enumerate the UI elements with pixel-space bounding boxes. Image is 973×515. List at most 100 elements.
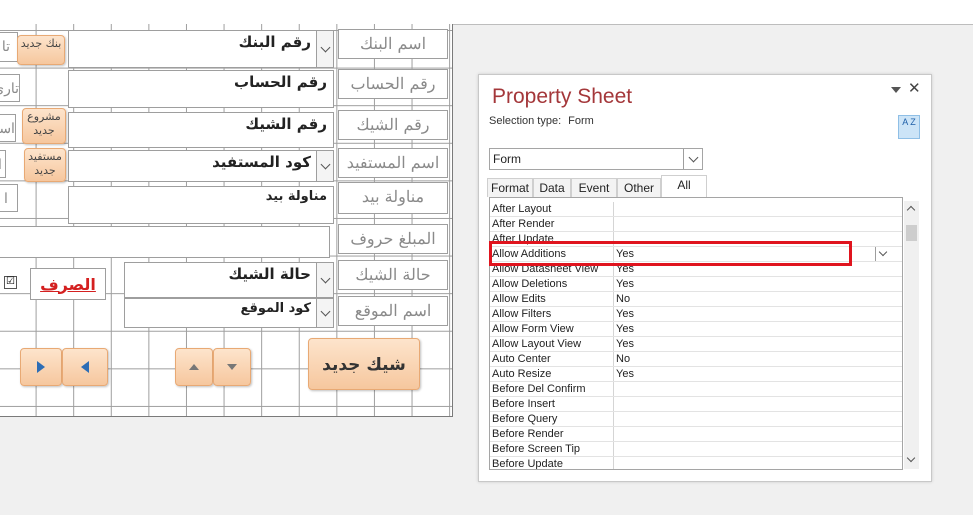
property-name: Allow Form View	[492, 323, 574, 335]
bank-no-dropdown[interactable]	[316, 31, 333, 67]
triangle-down-icon	[227, 364, 237, 370]
property-sheet-title: Property Sheet	[492, 85, 633, 108]
object-selector-value: Form	[493, 152, 521, 166]
property-row[interactable]: Before Del Confirm	[490, 382, 902, 397]
column-divider	[613, 217, 614, 231]
property-value[interactable]: Yes	[616, 338, 634, 350]
location-code-dropdown[interactable]	[316, 299, 333, 327]
tab-data[interactable]: Data	[533, 178, 571, 197]
disbursement-link[interactable]: الصرف	[40, 275, 96, 294]
property-value[interactable]: No	[616, 293, 630, 305]
amount-words-field[interactable]	[0, 226, 330, 258]
property-name: Before Insert	[492, 398, 555, 410]
property-row[interactable]: Before Render	[490, 427, 902, 442]
bank-name-label: اسم البنك	[338, 29, 448, 59]
property-name: Allow Layout View	[492, 338, 582, 350]
tab-all[interactable]: All	[661, 175, 707, 197]
property-row[interactable]: Allow Edits No	[490, 292, 902, 307]
disbursement-label-box: الصرف	[30, 268, 106, 300]
chevron-down-icon	[320, 42, 330, 52]
property-name: Allow Deletions	[492, 278, 568, 290]
scroll-down-icon[interactable]	[906, 453, 916, 463]
property-name: Auto Center	[492, 353, 551, 365]
property-name: Before Render	[492, 428, 564, 440]
column-divider	[613, 412, 614, 426]
close-icon[interactable]: ✕	[908, 79, 921, 97]
property-row[interactable]: Allow Filters Yes	[490, 307, 902, 322]
bank-no-combo[interactable]: رقم البنك	[68, 30, 334, 68]
property-grid[interactable]: After Layout After Render After Update Allo…	[489, 197, 903, 470]
tab-format[interactable]: Format	[487, 178, 533, 197]
location-name-label: اسم الموقع	[338, 296, 448, 326]
property-row[interactable]: Before Query	[490, 412, 902, 427]
property-row[interactable]: Before Update	[490, 457, 902, 469]
object-selector[interactable]: Form	[489, 148, 703, 170]
location-code-combo[interactable]: كود الموقع	[124, 298, 334, 328]
beneficiary-code-combo[interactable]: كود المستفيد	[68, 150, 334, 182]
scrollbar-thumb[interactable]	[906, 225, 917, 241]
amount-words-label: المبلغ حروف	[338, 224, 448, 254]
account-no-field[interactable]: رقم الحساب	[68, 70, 334, 108]
property-value[interactable]: Yes	[616, 278, 634, 290]
hand-delivery-field[interactable]: مناولة بيد	[68, 186, 334, 224]
scroll-up-icon[interactable]	[906, 205, 916, 215]
check-no-field[interactable]: رقم الشيك	[68, 112, 334, 148]
property-row[interactable]: Auto Resize Yes	[490, 367, 902, 382]
column-divider	[613, 352, 614, 366]
allow-additions-highlight	[489, 241, 852, 266]
property-row[interactable]: Before Screen Tip	[490, 442, 902, 457]
column-divider	[613, 277, 614, 291]
property-row[interactable]: Allow Form View Yes	[490, 322, 902, 337]
property-row[interactable]: Allow Layout View Yes	[490, 337, 902, 352]
account-no-label: رقم الحساب	[338, 69, 448, 99]
property-value[interactable]: No	[616, 353, 630, 365]
property-value[interactable]: Yes	[616, 308, 634, 320]
property-row[interactable]: After Layout	[490, 202, 902, 217]
partial-label-4: ا	[0, 150, 6, 178]
property-value-dropdown[interactable]	[875, 247, 890, 261]
tab-event[interactable]: Event	[571, 178, 617, 197]
property-name: Allow Edits	[492, 293, 546, 305]
location-code-value: كود الموقع	[240, 301, 311, 316]
new-bank-button[interactable]: بنك جديد	[17, 35, 65, 65]
property-row[interactable]: Before Insert	[490, 397, 902, 412]
column-divider	[613, 457, 614, 469]
chevron-down-icon	[320, 273, 330, 283]
sort-az-button[interactable]: A Z	[898, 115, 920, 139]
status-checkbox[interactable]: ☑	[4, 276, 17, 289]
new-beneficiary-button[interactable]: مستفيد جديد	[24, 148, 66, 182]
check-status-value: حالة الشيك	[228, 265, 311, 283]
column-divider	[613, 382, 614, 396]
beneficiary-code-dropdown[interactable]	[316, 151, 333, 181]
property-grid-scrollbar[interactable]	[904, 201, 919, 469]
selection-type-value: Form	[568, 115, 594, 127]
play-left-icon	[81, 361, 89, 373]
check-status-dropdown[interactable]	[316, 263, 333, 297]
column-divider	[613, 292, 614, 306]
property-row[interactable]: Auto Center No	[490, 352, 902, 367]
property-name: Auto Resize	[492, 368, 552, 380]
property-row[interactable]: Allow Deletions Yes	[490, 277, 902, 292]
form-design-canvas[interactable]: تا تاري اسا ا ا اسم البنك رقم البنك بنك …	[0, 24, 453, 417]
move-down-button[interactable]	[213, 348, 251, 386]
beneficiary-name-label: اسم المستفيد	[338, 148, 448, 178]
beneficiary-code-value: كود المستفيد	[212, 153, 311, 171]
tab-other[interactable]: Other	[617, 178, 661, 197]
previous-record-button[interactable]	[62, 348, 108, 386]
new-project-button[interactable]: مشروع جديد	[22, 108, 66, 144]
property-row[interactable]: After Render	[490, 217, 902, 232]
move-up-button[interactable]	[175, 348, 213, 386]
check-status-combo[interactable]: حالة الشيك	[124, 262, 334, 298]
column-divider	[613, 202, 614, 216]
next-record-button[interactable]	[20, 348, 62, 386]
column-divider	[613, 367, 614, 381]
property-value[interactable]: Yes	[616, 323, 634, 335]
object-selector-dropdown[interactable]	[683, 149, 702, 169]
new-check-button[interactable]: شيك جديد	[308, 338, 420, 390]
partial-label-3: اسا	[0, 114, 16, 142]
property-value[interactable]: Yes	[616, 368, 634, 380]
bank-no-value: رقم البنك	[238, 33, 311, 51]
chevron-down-icon	[320, 306, 330, 316]
property-name: Before Query	[492, 413, 558, 425]
panel-menu-icon[interactable]	[891, 81, 901, 93]
